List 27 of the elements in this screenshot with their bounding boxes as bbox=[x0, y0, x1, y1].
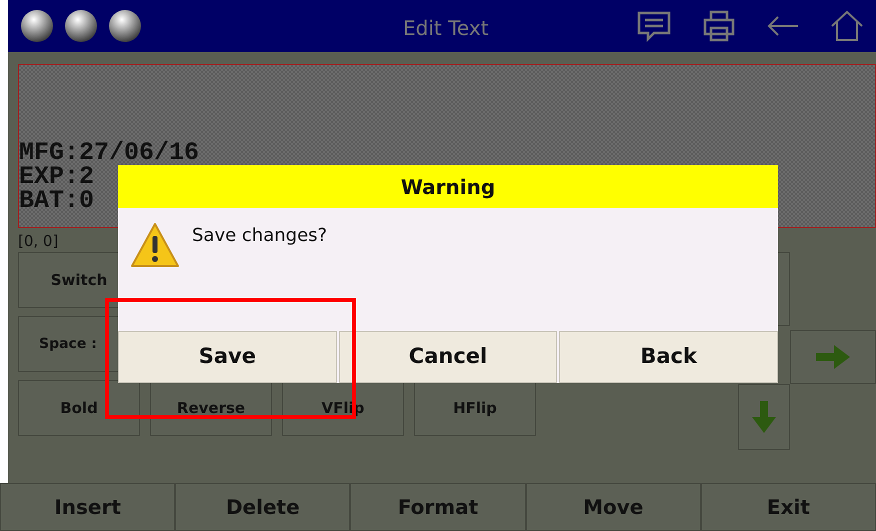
bottom-bar-button[interactable]: Insert bbox=[0, 483, 176, 531]
dialog-button[interactable]: Save bbox=[118, 331, 337, 383]
bottom-bar-button[interactable]: Move bbox=[526, 483, 701, 531]
back-arrow-icon[interactable] bbox=[766, 14, 800, 38]
dialog-title: Warning bbox=[118, 165, 778, 208]
message-icon[interactable] bbox=[636, 10, 672, 42]
canvas-text-line: EXP:2 bbox=[19, 165, 94, 189]
cursor-position: [0, 0] bbox=[18, 231, 58, 252]
dialog-button[interactable]: Back bbox=[559, 331, 778, 383]
orb-icon[interactable] bbox=[20, 9, 54, 43]
orb-icon[interactable] bbox=[64, 9, 98, 43]
bottom-bar-button[interactable]: Format bbox=[350, 483, 526, 531]
canvas-text-line: MFG:27/06/16 bbox=[19, 141, 200, 165]
dialog-button[interactable]: Cancel bbox=[338, 331, 558, 383]
window-title: Edit Text bbox=[403, 15, 489, 42]
bottom-bar-button[interactable]: Exit bbox=[700, 483, 876, 531]
down-arrow-icon bbox=[752, 401, 776, 433]
right-arrow-icon bbox=[816, 345, 850, 369]
printer-icon[interactable] bbox=[702, 10, 736, 42]
home-icon[interactable] bbox=[830, 10, 864, 42]
tool-button[interactable]: Bold bbox=[18, 380, 140, 436]
dialog-message: Save changes? bbox=[192, 224, 328, 248]
canvas-text-line: BAT:0 bbox=[19, 189, 94, 213]
tool-button[interactable]: HFlip bbox=[414, 380, 536, 436]
orb-icon[interactable] bbox=[108, 9, 142, 43]
warning-icon bbox=[130, 222, 180, 268]
bottom-bar-button[interactable]: Delete bbox=[175, 483, 350, 531]
